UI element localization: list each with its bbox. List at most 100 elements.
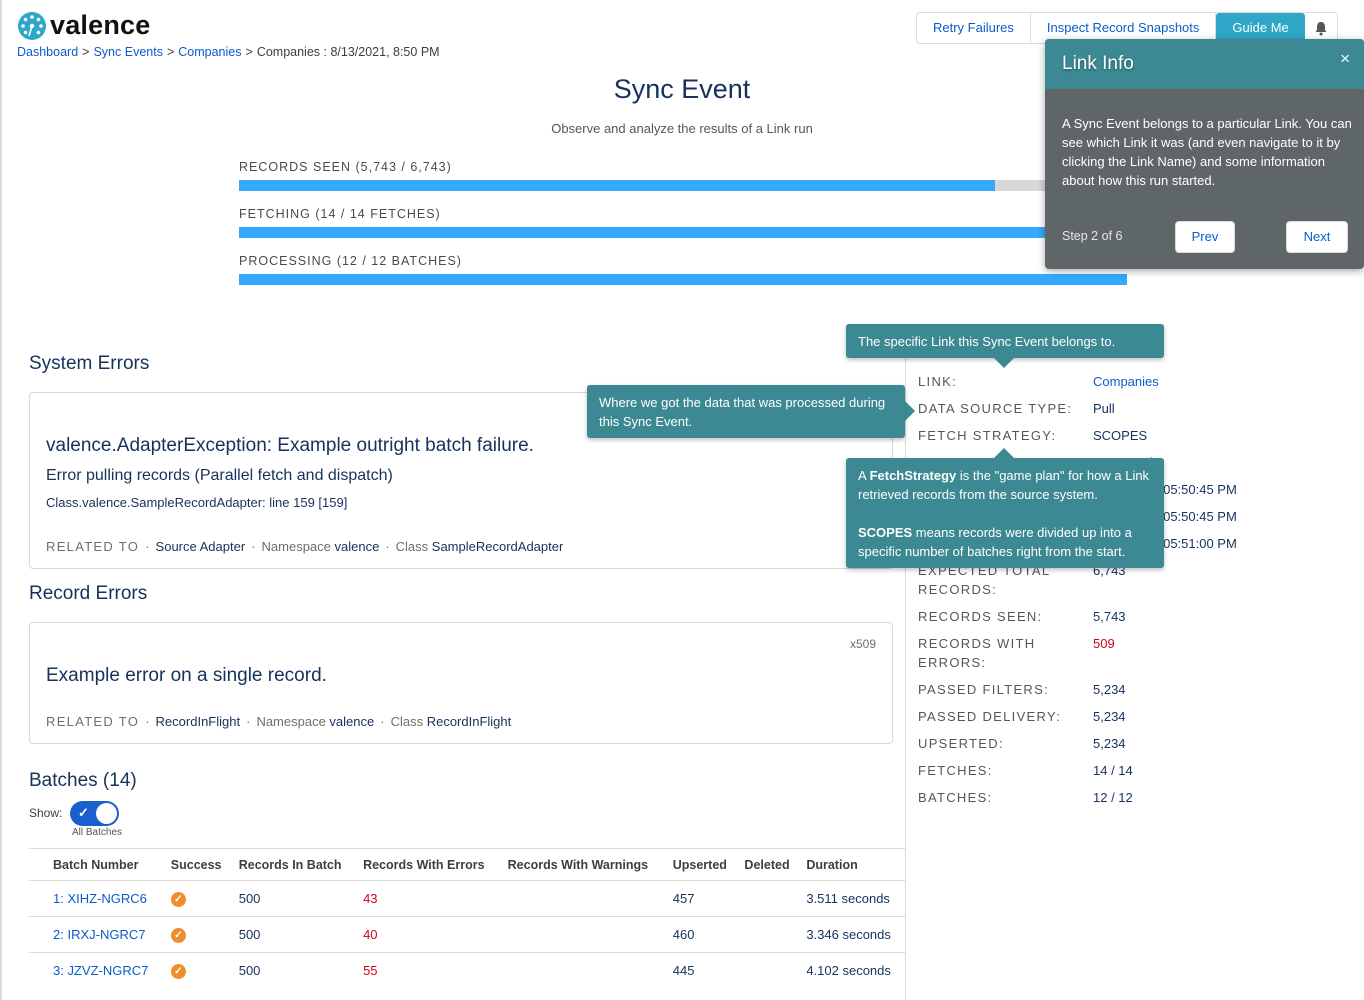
upserted: 457: [666, 880, 739, 917]
system-errors-heading: System Errors: [29, 353, 150, 374]
upserted-text: 445: [672, 963, 695, 979]
records-in-batch: 500: [232, 952, 358, 989]
duration-text: 3.511 seconds: [806, 891, 890, 906]
toggle-label: All Batches: [72, 827, 123, 838]
detail-row: FETCHES: 14 / 14: [918, 761, 1358, 780]
guide-popover: Link Info × A Sync Event belongs to a pa…: [1045, 39, 1364, 269]
breadcrumb-sync-events[interactable]: Sync Events: [93, 45, 162, 59]
related-class[interactable]: SampleRecordAdapter: [432, 539, 564, 554]
success-cell: ✓: [164, 916, 233, 953]
close-icon[interactable]: ×: [1340, 49, 1350, 69]
system-error-subtitle: Error pulling records (Parallel fetch an…: [46, 467, 393, 484]
related-prefix: Class: [390, 714, 427, 729]
breadcrumb-separator: >: [82, 45, 90, 59]
records-with-errors: 43: [357, 880, 502, 917]
tooltip-arrow: [905, 401, 915, 421]
system-error-location: Class.valence.SampleRecordAdapter: line …: [46, 495, 348, 510]
detail-label: FETCH STRATEGY:: [918, 428, 1057, 443]
col-success[interactable]: Success: [164, 848, 233, 881]
upserted-text: 457: [672, 891, 695, 906]
bell-icon: [1315, 21, 1327, 35]
detail-value: SCOPES: [1093, 428, 1148, 443]
col-upserted[interactable]: Upserted: [666, 848, 739, 881]
detail-row: PASSED DELIVERY: 5,234: [918, 707, 1358, 726]
detail-value: 12 / 12: [1093, 790, 1133, 805]
detail-row: LINK: Companies: [918, 372, 1358, 391]
success-check-icon: ✓: [170, 964, 186, 980]
tooltip-arrow: [994, 358, 1014, 368]
col-batch-number[interactable]: Batch Number: [29, 848, 165, 881]
fetch-strategy-tooltip: A FetchStrategy is the "game plan" for h…: [846, 448, 1164, 568]
col-records-with-errors[interactable]: Records With Errors: [357, 848, 502, 881]
progress-fill: [239, 274, 1127, 285]
col-records-in-batch[interactable]: Records In Batch: [232, 848, 358, 881]
progress-records-seen: RECORDS SEEN (5,743 / 6,743): [239, 160, 1127, 191]
records-in-batch-text: 500: [238, 891, 261, 906]
progress-processing: PROCESSING (12 / 12 BATCHES): [239, 254, 1127, 285]
fetch-strategy-tooltip-text: A FetchStrategy is the "game plan" for h…: [858, 468, 1150, 502]
success-cell: ✓: [164, 880, 233, 917]
record-error-related: RELATED TO · RecordInFlight · Namespace vale…: [46, 714, 512, 729]
guide-prev-button[interactable]: Prev: [1175, 221, 1235, 253]
batch-number-link[interactable]: 1: XIHZ-NGRC6: [29, 880, 165, 917]
system-error-related: RELATED TO · Source Adapter · Namespace vale…: [46, 539, 564, 554]
col-duration[interactable]: Duration: [800, 848, 905, 881]
records-with-errors-text: 55: [363, 963, 378, 979]
col-records-with-warnings[interactable]: Records With Warnings: [501, 848, 667, 881]
detail-label: FETCHES:: [918, 763, 993, 778]
records-with-errors: 55: [357, 952, 502, 989]
batch-number-link[interactable]: 2: IRXJ-NGRC7: [29, 916, 165, 953]
batches-heading: Batches (14): [29, 770, 137, 791]
table-row: 1: XIHZ-NGRC6 ✓ 500 43 457 3.511 seconds: [29, 880, 905, 917]
check-icon: ✓: [78, 805, 89, 820]
records-with-warnings: [501, 880, 667, 917]
batch-number-link-text[interactable]: 2: IRXJ-NGRC7: [53, 927, 145, 942]
data-source-tooltip-text: Where we got the data that was processed…: [599, 395, 886, 429]
breadcrumb-companies[interactable]: Companies: [178, 45, 241, 59]
logo[interactable]: valence: [18, 10, 150, 41]
breadcrumb-dashboard[interactable]: Dashboard: [17, 45, 78, 59]
batch-number-link-text[interactable]: 1: XIHZ-NGRC6: [53, 891, 147, 906]
related-source-adapter[interactable]: Source Adapter: [156, 539, 246, 554]
detail-label: PASSED FILTERS:: [918, 682, 1049, 697]
table-header-row: Batch Number Success Records In Batch Re…: [29, 848, 905, 881]
link-name-link[interactable]: Companies: [1093, 372, 1159, 391]
batch-number-link-text[interactable]: 3: JZVZ-NGRC7: [53, 963, 148, 978]
detail-value: 5,743: [1093, 609, 1126, 624]
guide-next-button[interactable]: Next: [1286, 221, 1348, 253]
record-error-title: Example error on a single record.: [46, 665, 327, 686]
system-error-title: valence.AdapterException: Example outrig…: [46, 435, 534, 456]
detail-row: FETCH STRATEGY: SCOPES: [918, 426, 1358, 445]
tooltip-arrow: [994, 448, 1014, 458]
detail-label: LINK:: [918, 374, 958, 389]
related-prefix: Namespace: [261, 539, 335, 554]
record-error-count: x509: [849, 637, 876, 651]
guide-header: Link Info ×: [1045, 39, 1364, 89]
upserted: 445: [666, 952, 739, 989]
progress-fill: [239, 180, 996, 191]
detail-value: 14 / 14: [1093, 763, 1133, 778]
record-errors-heading: Record Errors: [29, 583, 148, 604]
related-namespace[interactable]: valence: [335, 539, 380, 554]
retry-failures-button[interactable]: Retry Failures: [917, 13, 1031, 43]
records-with-errors-text: 40: [363, 927, 378, 942]
brand-name: valence: [50, 10, 151, 40]
detail-value: 5,234: [1093, 736, 1126, 751]
success-check-icon: ✓: [170, 928, 186, 943]
record-error-card: x509 Example error on a single record. R…: [29, 622, 893, 744]
data-source-tooltip: Where we got the data that was processed…: [587, 385, 915, 438]
detail-label: BATCHES:: [918, 790, 993, 805]
detail-row: BATCHES: 12 / 12: [918, 788, 1358, 807]
valence-logo-icon: [18, 11, 46, 40]
col-deleted[interactable]: Deleted: [738, 848, 801, 881]
related-class[interactable]: RecordInFlight: [427, 714, 512, 729]
records-in-batch-text: 500: [238, 963, 261, 979]
page-edge: [0, 0, 2, 1000]
records-in-batch: 500: [232, 916, 358, 953]
related-record-in-flight[interactable]: RecordInFlight: [156, 714, 241, 729]
related-namespace[interactable]: valence: [329, 714, 374, 729]
detail-row: RECORDS WITH ERRORS: 509: [918, 634, 1358, 672]
detail-label: DATA SOURCE TYPE:: [918, 401, 1073, 416]
all-batches-toggle[interactable]: ✓: [70, 801, 119, 826]
batch-number-link[interactable]: 3: JZVZ-NGRC7: [29, 952, 165, 989]
